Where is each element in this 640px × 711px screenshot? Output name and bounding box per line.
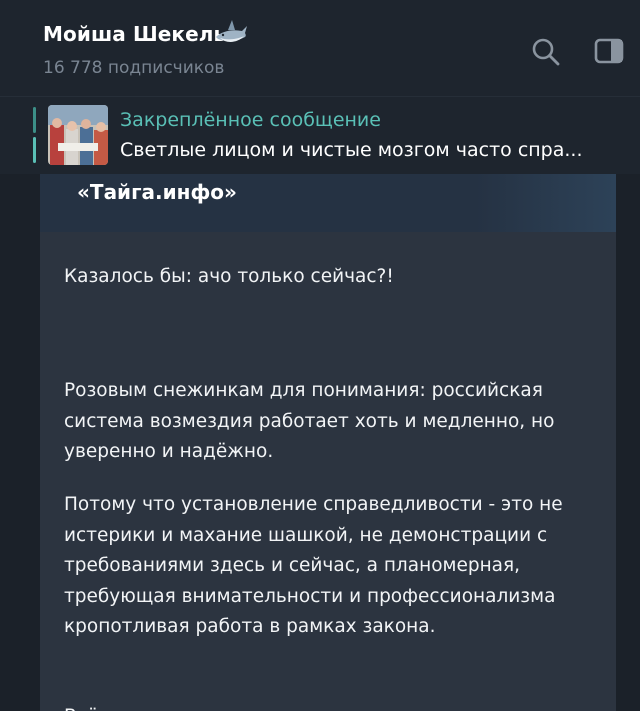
link-preview[interactable]: «Тайга.инфо» bbox=[40, 174, 616, 232]
message-bubble: Казалось бы: ачо только сейчас?! Розовым… bbox=[40, 232, 616, 711]
link-preview-title: «Тайга.инфо» bbox=[77, 180, 237, 204]
message-paragraph: Казалось бы: ачо только сейчас?! bbox=[64, 266, 394, 287]
pinned-thumbnail bbox=[48, 105, 108, 165]
shark-icon bbox=[216, 20, 247, 42]
pinned-indicator bbox=[33, 107, 36, 133]
subscriber-count: 16 778 подписчиков bbox=[43, 58, 225, 78]
pinned-text: Светлые лицом и чистые мозгом часто спра… bbox=[120, 139, 583, 161]
pinned-indicator-active bbox=[33, 137, 36, 163]
search-icon[interactable] bbox=[530, 36, 562, 68]
pinned-message-bar[interactable]: Закреплённое сообщение Светлые лицом и ч… bbox=[0, 96, 640, 174]
message-paragraph: Розовым снежинкам для понимания: российс… bbox=[64, 380, 555, 462]
pinned-label: Закреплённое сообщение bbox=[120, 109, 381, 131]
side-panel-icon[interactable] bbox=[594, 38, 624, 64]
message-area: «Тайга.инфо» Казалось бы: ачо только сей… bbox=[0, 174, 640, 711]
message-paragraph: Всё остальное - хохлизм, махновщина и са… bbox=[64, 702, 604, 711]
channel-title[interactable]: Мойша Шекель bbox=[43, 22, 226, 46]
channel-header: Мойша Шекель 16 778 подписчиков bbox=[0, 0, 640, 96]
message-paragraph: Потому что установление справедливости -… bbox=[64, 494, 563, 637]
